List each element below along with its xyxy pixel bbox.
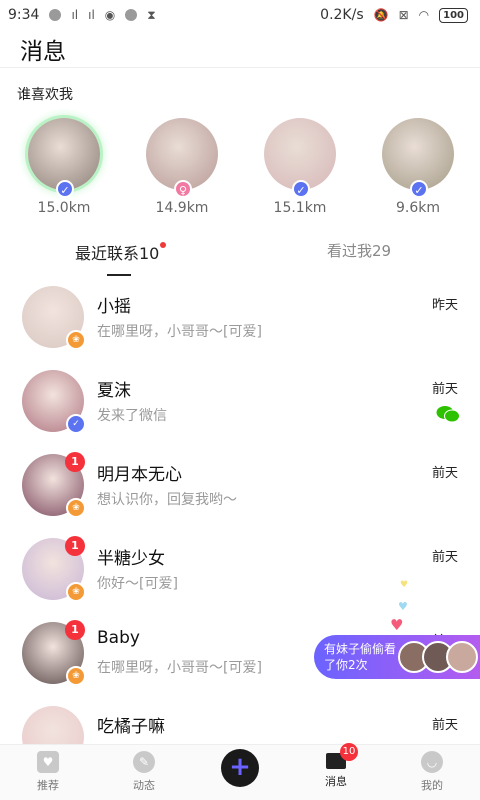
status-time: 9:34 — [8, 7, 40, 23]
avatar[interactable]: ✓ — [382, 118, 454, 198]
battery-icon: 100 — [439, 7, 468, 23]
compass-icon: ✎ — [133, 751, 155, 773]
unread-count-badge: 1 — [65, 452, 85, 472]
profile-icon: ◡ — [421, 751, 443, 773]
message-time: 前天 — [431, 718, 458, 733]
page-title: 消息 — [20, 39, 66, 65]
vip-badge-icon: ❀ — [66, 498, 86, 518]
heart-icon: ♥ — [398, 600, 408, 613]
message-preview: 想认识你，回复我哟～ — [97, 492, 237, 508]
x-box-icon: ⊠ — [398, 8, 409, 22]
like-distance: 14.9km — [155, 200, 209, 216]
unread-dot — [160, 242, 167, 248]
app-notification-icon — [49, 9, 62, 21]
floating-hearts: ♥ ♥ ♥ — [388, 580, 418, 640]
recommend-icon: ♥ — [37, 751, 59, 773]
avatar[interactable]: ✓ — [28, 118, 100, 198]
record-icon: ◉ — [104, 8, 116, 22]
likes-row: ✓ 15.0km ♀ 14.9km ✓ 15.1km ✓ 9.6km — [0, 118, 480, 228]
message-time: 前天 — [431, 466, 458, 481]
conversation-list: ❀ 小摇 在哪里呀，小哥哥～[可爱] 昨天 ✓ 夏沫 发来了微信 前天 1 ❀ … — [0, 284, 480, 788]
female-badge-icon: ♀ — [174, 180, 192, 198]
likes-section-title: 谁喜欢我 — [17, 87, 73, 103]
message-time: 前天 — [431, 550, 458, 565]
tab-recent-contacts[interactable]: 最近联系10 — [75, 240, 167, 264]
verified-check-icon: ✓ — [66, 414, 86, 434]
message-preview: 发来了微信 — [97, 408, 167, 424]
heart-icon: ♥ — [400, 580, 409, 590]
message-icon: 10 — [326, 743, 358, 769]
wifi-icon: ◠ — [418, 8, 430, 22]
tab-label: 我的 — [421, 779, 443, 792]
verified-check-icon: ✓ — [292, 180, 310, 198]
vip-badge-icon: ❀ — [66, 666, 86, 686]
list-item[interactable]: ✓ 夏沫 发来了微信 前天 — [0, 368, 480, 452]
peek-banner[interactable]: 有妹子偷偷看了你2次 — [314, 635, 480, 679]
contact-name: 明月本无心 — [97, 465, 182, 485]
header-divider — [0, 67, 480, 68]
list-item[interactable]: 1 ❀ 明月本无心 想认识你，回复我哟～ 前天 — [0, 452, 480, 536]
unread-count-badge: 1 — [65, 536, 85, 556]
avatar[interactable]: ♀ — [146, 118, 218, 198]
contact-name: 小摇 — [97, 297, 131, 317]
contact-name: Baby — [97, 628, 140, 648]
tab-profile[interactable]: ◡ 我的 — [402, 751, 462, 793]
signal-bars-icon: ıl — [88, 8, 95, 22]
message-preview: 在哪里呀，小哥哥～[可爱] — [97, 660, 262, 676]
verified-check-icon: ✓ — [56, 180, 74, 198]
tab-moments[interactable]: ✎ 动态 — [114, 751, 174, 793]
bottom-tab-bar: ♥ 推荐 ✎ 动态 + 10 消息 ◡ 我的 — [0, 743, 480, 800]
unread-count-badge: 10 — [340, 743, 358, 761]
vip-badge-icon: ❀ — [66, 582, 86, 602]
avatar — [446, 641, 478, 673]
message-preview: 你好～[可爱] — [97, 576, 178, 592]
tab-viewed-me[interactable]: 看过我29 — [327, 240, 391, 261]
verified-check-icon: ✓ — [410, 180, 428, 198]
tab-label: 推荐 — [37, 779, 59, 792]
like-item[interactable]: ✓ 15.0km — [14, 118, 114, 216]
vip-badge-icon: ❀ — [66, 330, 86, 350]
contact-name: 半糖少女 — [97, 549, 165, 569]
hourglass-icon: ⧗ — [147, 7, 156, 22]
heart-icon: ♥ — [390, 616, 404, 634]
like-item[interactable]: ✓ 9.6km — [368, 118, 468, 216]
message-preview: 在哪里呀，小哥哥～[可爱] — [97, 324, 262, 340]
wechat-icon — [436, 406, 460, 423]
like-distance: 15.1km — [273, 200, 327, 216]
tab-recommend[interactable]: ♥ 推荐 — [18, 751, 78, 793]
status-bar: 9:34 ıl ıl ◉ ⧗ 0.2K/s 🔕 ⊠ ◠ 100 — [0, 0, 480, 30]
signal-bars-icon: ıl — [71, 8, 79, 22]
network-speed: 0.2K/s — [320, 7, 364, 23]
message-time: 昨天 — [431, 298, 458, 313]
tab-label: 消息 — [325, 775, 347, 788]
mute-icon: 🔕 — [373, 8, 389, 22]
tab-messages[interactable]: 10 消息 — [306, 743, 366, 789]
like-item[interactable]: ♀ 14.9km — [132, 118, 232, 216]
message-tabs: 最近联系10 看过我29 — [0, 240, 480, 276]
peek-banner-text: 有妹子偷偷看了你2次 — [324, 642, 397, 672]
contact-name: 夏沫 — [97, 381, 131, 401]
tab-label: 最近联系10 — [75, 244, 160, 263]
tab-underline — [107, 274, 131, 276]
message-time: 前天 — [431, 382, 458, 397]
list-item[interactable]: ❀ 小摇 在哪里呀，小哥哥～[可爱] 昨天 — [0, 284, 480, 368]
contact-name: 吃橘子嘛 — [97, 717, 165, 737]
like-distance: 9.6km — [395, 200, 440, 216]
app-notification-icon — [125, 9, 138, 21]
plus-icon[interactable]: + — [221, 749, 259, 787]
like-distance: 15.0km — [37, 200, 91, 216]
like-item[interactable]: ✓ 15.1km — [250, 118, 350, 216]
avatar[interactable]: ✓ — [264, 118, 336, 198]
tab-label: 动态 — [133, 779, 155, 792]
unread-count-badge: 1 — [65, 620, 85, 640]
